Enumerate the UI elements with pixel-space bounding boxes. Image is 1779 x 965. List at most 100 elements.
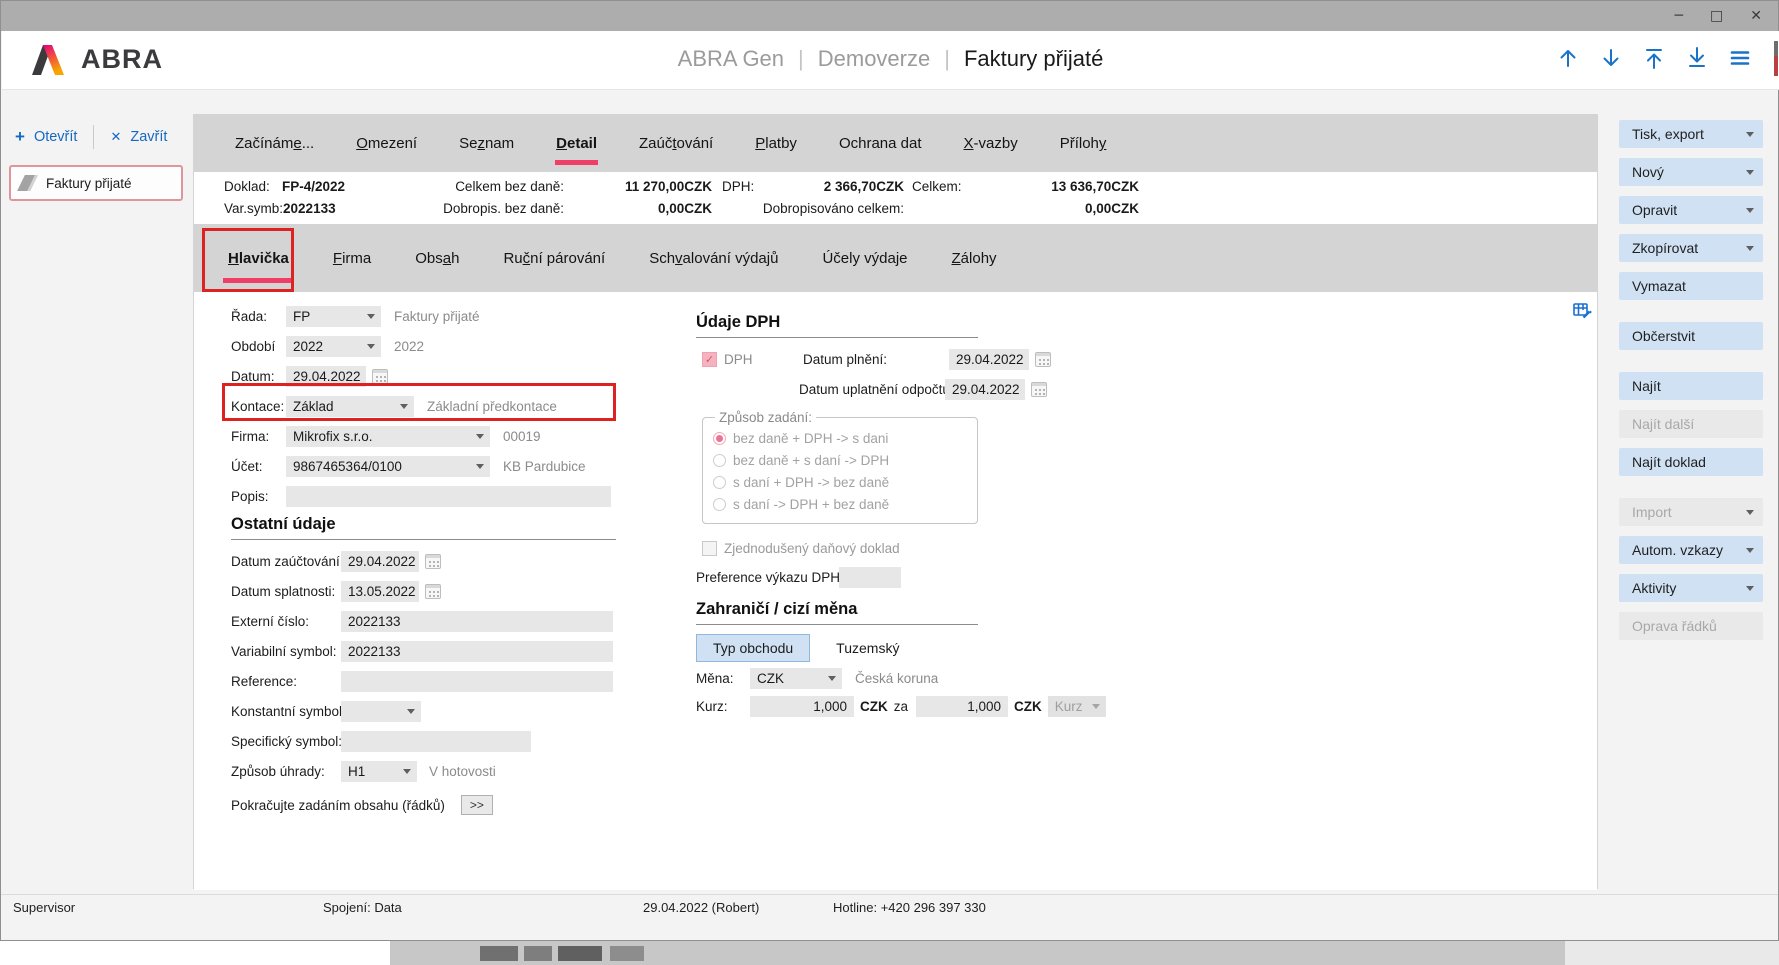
firma-row: Firma: Mikrofix s.r.o. 00019 bbox=[231, 425, 616, 447]
doklad-label: Doklad: bbox=[224, 179, 270, 195]
subtab-rucni-parovani[interactable]: Ruční párování bbox=[481, 224, 627, 292]
subtab-obsah[interactable]: Obsah bbox=[393, 224, 481, 292]
variabilni-symbol-label: Variabilní symbol: bbox=[231, 644, 341, 659]
tab-platby[interactable]: Platby bbox=[734, 115, 818, 172]
kontace-select[interactable]: Základ bbox=[286, 396, 414, 417]
rada-select[interactable]: FP bbox=[286, 306, 381, 327]
ucet-select[interactable]: 9867465364/0100 bbox=[286, 456, 490, 477]
najit-doklad-button[interactable]: Najít doklad bbox=[1619, 448, 1763, 476]
tab-ochrana-dat[interactable]: Ochrana dat bbox=[818, 115, 943, 172]
kurz-value-2: 1,000 bbox=[967, 699, 1001, 714]
obdobi-select[interactable]: 2022 bbox=[286, 336, 381, 357]
button-label: Opravit bbox=[1632, 202, 1677, 218]
kurz-combo: Kurz bbox=[1048, 696, 1106, 717]
calendar-icon[interactable] bbox=[1031, 382, 1047, 397]
preference-input[interactable] bbox=[839, 567, 901, 588]
datum-odpoctu-input[interactable]: 29.04.2022 bbox=[945, 379, 1025, 400]
chevron-down-icon bbox=[476, 434, 484, 439]
button-label: Oprava řádků bbox=[1632, 618, 1717, 634]
dph-label: DPH: bbox=[722, 179, 754, 195]
calendar-icon[interactable] bbox=[372, 369, 388, 384]
externi-cislo-label: Externí číslo: bbox=[231, 614, 341, 629]
tab-zauctovani[interactable]: Zaúčtování bbox=[618, 115, 734, 172]
zpusob-uhrady-select[interactable]: H1 bbox=[341, 761, 417, 782]
plus-icon[interactable]: + bbox=[15, 127, 25, 147]
calendar-icon[interactable] bbox=[425, 584, 441, 599]
subtab-schvalovani-vydaju[interactable]: Schvalování výdajů bbox=[627, 224, 800, 292]
close-x-icon[interactable]: ✕ bbox=[110, 130, 121, 145]
calendar-icon[interactable] bbox=[1035, 352, 1051, 367]
mena-select[interactable]: CZK bbox=[750, 668, 842, 689]
specificky-symbol-input[interactable] bbox=[341, 731, 531, 752]
ostatni-udaje-heading: Ostatní údaje bbox=[231, 515, 616, 540]
subtab-firma[interactable]: Firma bbox=[311, 224, 393, 292]
celkem-bez-label: Celkem bez daně: bbox=[374, 179, 564, 195]
zpusob-zadani-fieldset: Způsob zadání: bez daně + DPH -> s dani … bbox=[702, 410, 978, 524]
najit-button[interactable]: Najít bbox=[1619, 372, 1763, 400]
zkopirovat-button[interactable]: Zkopírovat bbox=[1619, 234, 1763, 262]
nav-up-icon[interactable] bbox=[1557, 47, 1579, 69]
externi-cislo-input[interactable]: 2022133 bbox=[341, 611, 613, 632]
vymazat-button[interactable]: Vymazat bbox=[1619, 272, 1763, 300]
opravit-button[interactable]: Opravit bbox=[1619, 196, 1763, 224]
reference-input[interactable] bbox=[341, 671, 613, 692]
kurz-input-1[interactable]: 1,000 bbox=[750, 696, 854, 717]
obcerstvit-button[interactable]: Občerstvit bbox=[1619, 322, 1763, 350]
aktivity-button[interactable]: Aktivity bbox=[1619, 574, 1763, 602]
statusbar-user: Supervisor bbox=[13, 900, 75, 916]
tab-detail[interactable]: Detail bbox=[535, 115, 618, 172]
mena-value: CZK bbox=[757, 671, 784, 686]
calendar-icon[interactable] bbox=[425, 554, 441, 569]
firma-select[interactable]: Mikrofix s.r.o. bbox=[286, 426, 490, 447]
zpusob-uhrady-suffix: V hotovosti bbox=[429, 764, 496, 779]
chevron-down-icon bbox=[1746, 548, 1754, 553]
form-left-column: Řada: FP Faktury přijaté Období 2022 202… bbox=[231, 305, 616, 824]
datum-input[interactable]: 29.04.2022 bbox=[286, 366, 366, 387]
window-close-button[interactable]: ✕ bbox=[1750, 9, 1762, 23]
zpusob-uhrady-value: H1 bbox=[348, 764, 365, 779]
open-button[interactable]: Otevřít bbox=[34, 129, 78, 145]
tisk-export-button[interactable]: Tisk, export bbox=[1619, 120, 1763, 148]
tab-zaciname[interactable]: Začínáme... bbox=[214, 115, 335, 172]
kurz-za-label: za bbox=[894, 699, 908, 714]
menu-icon[interactable] bbox=[1729, 47, 1751, 69]
tab-omezeni[interactable]: Omezení bbox=[335, 115, 438, 172]
subtab-zalohy[interactable]: Zálohy bbox=[930, 224, 1019, 292]
check-icon: ✓ bbox=[705, 354, 714, 366]
edit-table-icon[interactable] bbox=[1573, 302, 1592, 320]
trade-type-button[interactable]: Typ obchodu bbox=[696, 634, 810, 662]
konstantni-symbol-select[interactable] bbox=[341, 701, 421, 722]
tab-seznam[interactable]: Seznam bbox=[438, 115, 535, 172]
tab-prilohy[interactable]: Přílohy bbox=[1039, 115, 1128, 172]
dobropisovano-label: Dobropisováno celkem: bbox=[712, 201, 904, 217]
datum-splatnosti-input[interactable]: 13.05.2022 bbox=[341, 581, 419, 602]
subtab-hlavicka[interactable]: Hlavička bbox=[206, 224, 311, 292]
nav-last-icon[interactable] bbox=[1686, 47, 1708, 69]
radio-label: s daní + DPH -> bez daně bbox=[733, 475, 889, 490]
open-document-card[interactable]: Faktury přijaté bbox=[9, 165, 183, 201]
datum-plneni-input[interactable]: 29.04.2022 bbox=[949, 349, 1029, 370]
kurz-input-2[interactable]: 1,000 bbox=[916, 696, 1008, 717]
window-minimize-button[interactable]: ─ bbox=[1675, 9, 1683, 23]
novy-button[interactable]: Nový bbox=[1619, 158, 1763, 186]
autom-vzkazy-button[interactable]: Autom. vzkazy bbox=[1619, 536, 1763, 564]
radio-label: bez daně + DPH -> s dani bbox=[733, 431, 888, 446]
datum-zauctovani-input[interactable]: 29.04.2022 bbox=[341, 551, 419, 572]
variabilni-symbol-input[interactable]: 2022133 bbox=[341, 641, 613, 662]
tab-x-vazby[interactable]: X-vazby bbox=[943, 115, 1039, 172]
radio-off-icon bbox=[713, 498, 726, 511]
subtab-ucely-vydaje[interactable]: Účely výdaje bbox=[800, 224, 929, 292]
continue-button[interactable]: >> bbox=[461, 795, 493, 815]
radio-off-icon bbox=[713, 476, 726, 489]
chevron-down-icon bbox=[367, 344, 375, 349]
popis-input[interactable] bbox=[286, 486, 611, 507]
simplified-row: Zjednodušený daňový doklad bbox=[696, 538, 1106, 558]
oprava-radku-button: Oprava řádků bbox=[1619, 612, 1763, 640]
close-button[interactable]: Zavřít bbox=[130, 129, 167, 145]
nav-down-icon[interactable] bbox=[1600, 47, 1622, 69]
taskbar-segment bbox=[1565, 941, 1779, 965]
chevron-down-icon bbox=[1746, 510, 1754, 515]
nav-first-icon[interactable] bbox=[1643, 47, 1665, 69]
window-maximize-button[interactable]: □ bbox=[1710, 9, 1723, 23]
ucet-suffix: KB Pardubice bbox=[503, 459, 586, 474]
